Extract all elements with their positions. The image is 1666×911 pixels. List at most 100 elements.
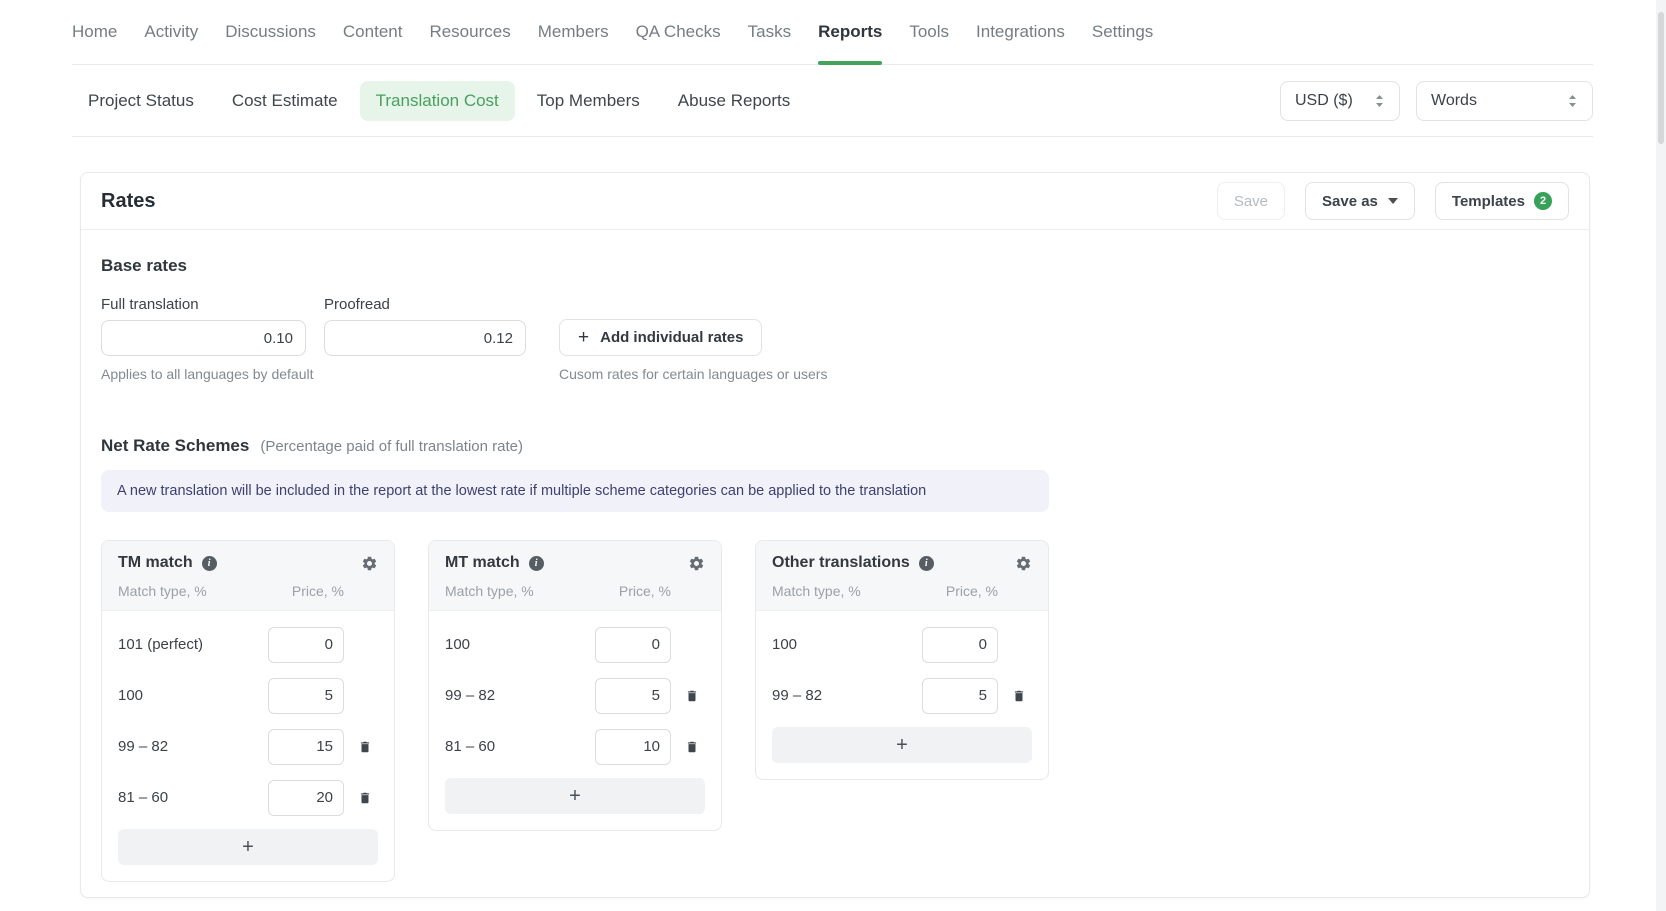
add-individual-rates-button[interactable]: + Add individual rates [559, 319, 762, 356]
scheme-row: 100 [118, 670, 378, 721]
save-as-label: Save as [1322, 193, 1378, 210]
gear-icon[interactable] [361, 555, 378, 572]
unit-select[interactable]: Words [1416, 81, 1593, 121]
tab-cost-estimate[interactable]: Cost Estimate [216, 81, 354, 121]
match-range-label: 81 – 60 [445, 738, 595, 755]
match-type-column-header: Match type, % [118, 583, 207, 599]
trash-icon[interactable] [356, 788, 374, 808]
price-input[interactable] [595, 627, 671, 663]
price-input[interactable] [595, 729, 671, 765]
save-as-button[interactable]: Save as [1305, 182, 1415, 220]
rates-panel-body: Base rates Full translation Proofread + … [81, 256, 1589, 882]
add-row-button[interactable]: + [118, 829, 378, 865]
nav-item-members[interactable]: Members [538, 0, 609, 64]
scheme-card-tm-match: TM match i Match type, % Price, % [101, 540, 395, 882]
scheme-card-other-translations: Other translations i Match type, % Price… [755, 540, 1049, 780]
scheme-rows: 100 99 – 82 81 – 60 [429, 611, 721, 772]
net-rate-schemes-heading: Net Rate Schemes [101, 436, 249, 456]
proofread-field: Proofread [324, 296, 526, 356]
price-input[interactable] [268, 729, 344, 765]
trash-icon[interactable] [1010, 686, 1028, 706]
nav-item-settings[interactable]: Settings [1092, 0, 1153, 64]
nav-item-reports[interactable]: Reports [818, 0, 882, 64]
page: Home Activity Discussions Content Resour… [0, 0, 1666, 911]
add-row-button[interactable]: + [772, 727, 1032, 763]
lowest-rate-info-banner: A new translation will be included in th… [101, 470, 1049, 512]
chevron-down-icon [1388, 198, 1398, 204]
scheme-card-title: TM match [118, 554, 193, 572]
add-row-button[interactable]: + [445, 778, 705, 814]
base-rates-fields: Full translation Proofread + Add individ… [101, 296, 1569, 356]
gear-icon[interactable] [1015, 555, 1032, 572]
match-range-label: 100 [445, 636, 595, 653]
price-input[interactable] [922, 678, 998, 714]
unit-select-value: Words [1431, 92, 1477, 110]
match-type-column-header: Match type, % [445, 583, 534, 599]
price-input[interactable] [268, 627, 344, 663]
rates-panel-header: Rates Save Save as Templates 2 [81, 173, 1589, 230]
base-rates-heading: Base rates [101, 256, 1569, 276]
scheme-row: 101 (perfect) [118, 619, 378, 670]
full-translation-input[interactable] [101, 320, 306, 356]
currency-select[interactable]: USD ($) [1280, 81, 1400, 121]
scrollbar-track[interactable] [1656, 0, 1666, 911]
templates-button[interactable]: Templates 2 [1435, 182, 1569, 220]
price-column-header: Price, % [292, 583, 344, 599]
scheme-row: 99 – 82 [772, 670, 1032, 721]
price-input[interactable] [268, 780, 344, 816]
scheme-cards-row: TM match i Match type, % Price, % [101, 540, 1569, 882]
full-translation-helper-text: Applies to all languages by default [101, 366, 313, 382]
nav-item-activity[interactable]: Activity [144, 0, 198, 64]
tab-project-status[interactable]: Project Status [72, 81, 210, 121]
scheme-card-header: TM match i Match type, % Price, % [102, 541, 394, 611]
nav-item-resources[interactable]: Resources [429, 0, 510, 64]
nav-item-content[interactable]: Content [343, 0, 403, 64]
proofread-label: Proofread [324, 296, 526, 313]
scheme-card-header: MT match i Match type, % Price, % [429, 541, 721, 611]
price-input[interactable] [595, 678, 671, 714]
trash-icon[interactable] [683, 686, 701, 706]
match-range-label: 100 [772, 636, 922, 653]
trash-icon[interactable] [683, 737, 701, 757]
scheme-row: 100 [772, 619, 1032, 670]
nav-item-tools[interactable]: Tools [909, 0, 949, 64]
scheme-row: 81 – 60 [445, 721, 705, 772]
match-range-label: 101 (perfect) [118, 636, 268, 653]
net-rate-schemes-heading-row: Net Rate Schemes (Percentage paid of ful… [101, 436, 1569, 456]
match-range-label: 99 – 82 [772, 687, 922, 704]
gear-icon[interactable] [688, 555, 705, 572]
select-arrows-icon [1567, 94, 1578, 108]
rates-panel-actions: Save Save as Templates 2 [1217, 182, 1569, 220]
save-button[interactable]: Save [1217, 182, 1285, 220]
full-translation-label: Full translation [101, 296, 306, 313]
nav-item-tasks[interactable]: Tasks [748, 0, 791, 64]
scheme-row: 100 [445, 619, 705, 670]
plus-icon: + [578, 327, 589, 349]
price-input[interactable] [268, 678, 344, 714]
nav-item-discussions[interactable]: Discussions [225, 0, 316, 64]
select-arrows-icon [1374, 94, 1385, 108]
info-icon[interactable]: i [202, 556, 217, 571]
scrollbar-thumb[interactable] [1658, 12, 1664, 144]
match-range-label: 100 [118, 687, 268, 704]
tab-top-members[interactable]: Top Members [521, 81, 656, 121]
nav-item-home[interactable]: Home [72, 0, 117, 64]
nav-item-integrations[interactable]: Integrations [976, 0, 1065, 64]
info-icon[interactable]: i [919, 556, 934, 571]
proofread-input[interactable] [324, 320, 526, 356]
tab-translation-cost[interactable]: Translation Cost [360, 81, 515, 121]
scheme-card-title: MT match [445, 554, 520, 572]
info-icon[interactable]: i [529, 556, 544, 571]
trash-icon[interactable] [356, 737, 374, 757]
tab-abuse-reports[interactable]: Abuse Reports [662, 81, 806, 121]
price-input[interactable] [922, 627, 998, 663]
match-range-label: 99 – 82 [118, 738, 268, 755]
scheme-rows: 100 99 – 82 [756, 611, 1048, 721]
page-title: Rates [101, 190, 155, 213]
nav-item-qa-checks[interactable]: QA Checks [636, 0, 721, 64]
scheme-card-header: Other translations i Match type, % Price… [756, 541, 1048, 611]
base-rates-helpers: Applies to all languages by default Cuso… [101, 366, 1569, 384]
scheme-card-title: Other translations [772, 554, 910, 572]
templates-count-badge: 2 [1534, 192, 1552, 210]
templates-label: Templates [1452, 193, 1525, 210]
